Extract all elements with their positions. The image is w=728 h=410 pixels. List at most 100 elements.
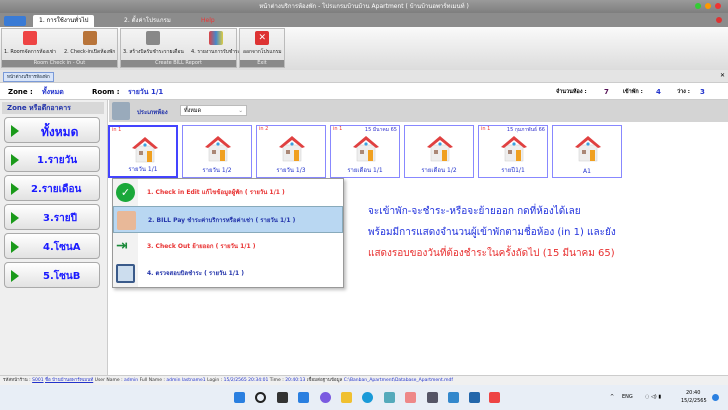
widgets-icon[interactable] xyxy=(298,392,309,403)
chevron-down-icon: ⌄ xyxy=(238,108,243,114)
room-manage-button[interactable]: 1. Roomจัดการห้องเช่า xyxy=(4,31,56,56)
notepad-icon[interactable] xyxy=(448,392,459,403)
room-card[interactable]: in 2 รายวัน 1/3 xyxy=(256,125,326,178)
room-name: รายเดือน 1/2 xyxy=(421,167,457,174)
network-volume-icon[interactable]: ◌ ◁) ▮ xyxy=(645,394,661,400)
play-icon xyxy=(11,241,19,253)
play-icon xyxy=(11,125,19,137)
room-name: รายวัน 1/2 xyxy=(202,167,232,174)
minimize-button[interactable] xyxy=(705,3,711,9)
app-icon[interactable] xyxy=(384,392,395,403)
file-explorer-icon[interactable] xyxy=(341,392,352,403)
app-icon[interactable] xyxy=(405,392,416,403)
status-bar: รหัสหน้าร้าน : S001 ชื่อ บ้านบ้านอพาร์ทเ… xyxy=(0,375,728,385)
label: Full Name : xyxy=(139,378,165,383)
vacant-label: ว่าง : xyxy=(677,89,690,95)
house-icon xyxy=(22,31,37,45)
zone-label: 2.รายเดือน xyxy=(31,184,82,195)
calculator-icon xyxy=(146,31,161,45)
language-indicator[interactable]: ENG xyxy=(622,394,633,400)
doc-tab-room-service[interactable]: หน้าต่างบริการห้องพัก xyxy=(3,72,54,82)
zone-label: 4.โซนA xyxy=(43,242,81,253)
shop-name-link[interactable]: ชื่อ บ้านบ้านอพาร์ทเมนท์ xyxy=(45,378,93,383)
button-label: 3. สร้างบิลรับชำระรายเดือน xyxy=(123,49,184,55)
room-card[interactable]: in 1 15 มีนาคม 65 รายเดือน 1/1 xyxy=(330,125,400,178)
zone-b-button[interactable]: 5.โซนB xyxy=(4,262,100,288)
tab-help[interactable]: Help xyxy=(195,15,221,27)
maximize-button[interactable] xyxy=(695,3,701,9)
house-icon xyxy=(575,136,601,162)
zone-a-button[interactable]: 4.โซนA xyxy=(4,233,100,259)
room-type-select[interactable]: ทั้งหมด ⌄ xyxy=(180,105,247,116)
selected-value: ทั้งหมด xyxy=(184,108,202,114)
login-time: 15/2/2565 20:34:01 xyxy=(223,378,269,383)
close-doc-icon[interactable] xyxy=(716,17,722,23)
label: รหัสหน้าร้าน : xyxy=(3,378,31,383)
zone-label: 3.รายปี xyxy=(43,213,77,224)
button-label: ออกจากโปรแกรม xyxy=(243,49,282,55)
house-icon xyxy=(205,136,231,162)
receptionist-icon xyxy=(112,102,130,120)
total-rooms-value: 7 xyxy=(604,88,609,96)
tab-settings[interactable]: 2. ตั้งค่าโปรแกรม xyxy=(118,15,177,27)
group-room-checkin: 1. Roomจัดการห้องเช่า 2. Check-inเปิดห้อ… xyxy=(1,28,118,68)
checkin-button[interactable]: 2. Check-inเปิดห้องพัก xyxy=(64,31,115,56)
menu-item-checkin-edit[interactable]: ✓ 1. Check in Edit แก้ไขข้อมูลผู้พัก ( รา… xyxy=(113,179,343,206)
room-card[interactable]: รายวัน 1/2 xyxy=(182,125,252,178)
task-view-icon[interactable] xyxy=(277,392,288,403)
clock-time[interactable]: 20:40 xyxy=(686,390,700,396)
start-icon[interactable] xyxy=(234,392,245,403)
clock-date[interactable]: 15/2/2565 xyxy=(681,398,707,404)
menu-item-bill-pay[interactable]: 2. BILL Pay ชำระค่าบริการหรือค่าเช่า ( ร… xyxy=(113,206,343,233)
room-card[interactable]: in 1 15 กุมภาพันธ์ 66 รายปี1/1 xyxy=(478,125,548,178)
edge-icon[interactable] xyxy=(362,392,373,403)
button-label: 2. Check-inเปิดห้องพัก xyxy=(64,49,116,55)
zone-label: 1.รายวัน xyxy=(37,155,78,166)
apartment-app-icon[interactable] xyxy=(489,392,500,403)
chat-icon[interactable] xyxy=(320,392,331,403)
ribbon-tabs: 1. การใช้งานทั่วไป 2. ตั้งค่าโปรแกรม Hel… xyxy=(0,13,728,27)
taskbar: ^ ENG ◌ ◁) ▮ 20:40 15/2/2565 xyxy=(0,385,728,410)
zone-yearly-button[interactable]: 3.รายปี xyxy=(4,204,100,230)
close-tab-icon[interactable]: ✕ xyxy=(720,72,725,79)
note-line: จะเข้าพัก-จะชำระ-หรือจะย้ายออก กดที่ห้อง… xyxy=(368,206,581,217)
close-x-icon: ✕ xyxy=(255,31,270,45)
room-card[interactable]: A1 xyxy=(552,125,622,178)
shop-code-link[interactable]: S001 xyxy=(32,378,43,383)
room-name: รายวัน 1/1 xyxy=(128,166,158,173)
guest-count: in 1 xyxy=(112,127,122,133)
button-label: 1. Roomจัดการห้องเช่า xyxy=(4,49,56,55)
chevron-up-icon[interactable]: ^ xyxy=(610,394,614,400)
window-title: หน้าต่างบริการห้องพัก - โปรแกรมบ้านบ้าน … xyxy=(259,3,469,10)
menu-item-checkout[interactable]: ⇥ 3. Check Out ย้ายออก ( รายวัน 1/1 ) xyxy=(113,233,343,260)
tab-general[interactable]: 1. การใช้งานทั่วไป xyxy=(33,15,95,27)
zone-all-button[interactable]: ทั้งหมด xyxy=(4,117,100,143)
ribbon: 1. Roomจัดการห้องเช่า 2. Check-inเปิดห้อ… xyxy=(0,27,728,70)
room-card[interactable]: รายเดือน 1/2 xyxy=(404,125,474,178)
zone-monthly-button[interactable]: 2.รายเดือน xyxy=(4,175,100,201)
room-card[interactable]: in 1 รายวัน 1/1 xyxy=(108,125,178,178)
label: User Name : xyxy=(94,378,123,383)
zone-daily-button[interactable]: 1.รายวัน xyxy=(4,146,100,172)
play-icon xyxy=(11,183,19,195)
zone-label: 5.โซนB xyxy=(43,271,81,282)
search-icon[interactable] xyxy=(255,392,266,403)
notification-icon[interactable] xyxy=(712,394,719,401)
play-icon xyxy=(11,212,19,224)
zone-label: ทั้งหมด xyxy=(41,125,79,139)
calculator-icon[interactable] xyxy=(427,392,438,403)
payment-report-button[interactable]: 4. รายงานการรับชำระ xyxy=(191,31,240,56)
info-bar: Zone : ทั้งหมด Room : รายวัน 1/1 จำนวนห้… xyxy=(0,84,728,100)
house-icon xyxy=(132,137,158,163)
room-name: รายเดือน 1/1 xyxy=(347,167,383,174)
app-icon[interactable] xyxy=(469,392,480,403)
close-button[interactable] xyxy=(715,3,721,9)
exit-button[interactable]: ✕ ออกจากโปรแกรม xyxy=(243,31,282,56)
guest-count: in 1 xyxy=(333,126,343,132)
app-menu-button[interactable] xyxy=(4,16,26,26)
guest-count: in 2 xyxy=(259,126,269,132)
create-bill-button[interactable]: 3. สร้างบิลรับชำระรายเดือน xyxy=(123,31,184,56)
menu-item-check-bills[interactable]: 4. ตรวจสอบบิลชำระ ( รายวัน 1/1 ) xyxy=(113,260,343,287)
play-icon xyxy=(11,154,19,166)
sidebar-title: Zone หรือตึกอาคาร xyxy=(2,102,104,114)
